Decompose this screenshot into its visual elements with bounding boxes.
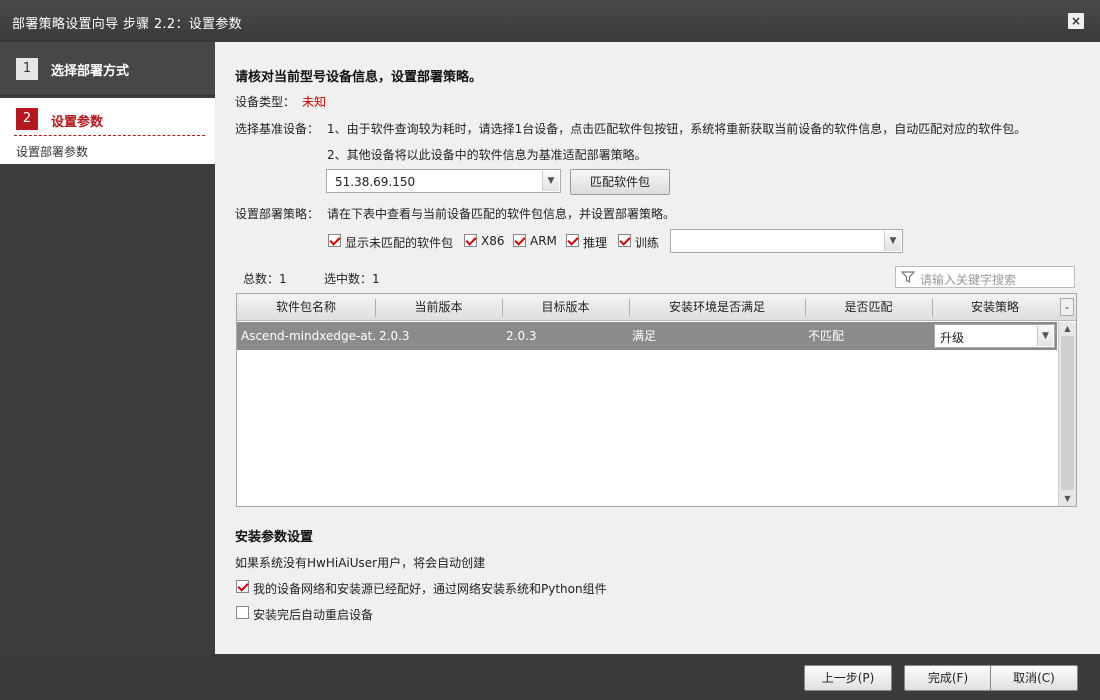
checkbox-label: 推理 [583,236,608,250]
step-label: 设置参数 [51,115,104,130]
wizard-sidebar: 1 选择部署方式 2 设置参数 设置部署参数 [0,42,215,654]
divider [14,135,205,136]
sidebar-step-2[interactable]: 2 设置参数 设置部署参数 [0,98,215,164]
step-label: 选择部署方式 [51,64,130,79]
checkbox-checked-icon[interactable] [566,234,579,247]
base-device-note-2: 2、其他设备将以此设备中的软件信息为基准适配部署策略。 [327,148,647,162]
cell-env-satisfied: 满足 [632,329,657,343]
base-device-select[interactable]: 51.38.69.150 ▼ [326,169,561,193]
column-menu-icon[interactable]: ⌄ [1060,298,1074,316]
column-header-install-policy[interactable]: 安装策略 [932,294,1058,321]
install-policy-select[interactable]: 升级 ▼ [934,324,1055,348]
table-scrollbar[interactable]: ▲ ▼ [1058,322,1076,506]
chevron-down-icon[interactable]: ▼ [1037,326,1053,346]
cell-package-name: Ascend-mindxedge-at... [241,329,375,343]
filter-icon [901,271,915,283]
column-header-env-satisfied[interactable]: 安装环境是否满足 [629,294,805,321]
table-header: 软件包名称 当前版本 目标版本 安装环境是否满足 是否匹配 安装策略 ⌄ [237,294,1076,321]
base-device-label: 选择基准设备： [235,122,320,136]
checkbox-label: 显示未匹配的软件包 [345,236,454,250]
checkbox-unchecked-icon[interactable] [236,606,249,619]
checkbox-label: 安装完后自动重启设备 [253,608,374,622]
selected-count: 选中数：1 [324,272,380,286]
checkbox-checked-icon[interactable] [236,580,249,593]
cell-matched: 不匹配 [808,329,845,343]
checkbox-label: 我的设备网络和安装源已经配好，通过网络安装系统和Python组件 [253,582,607,596]
install-section-title: 安装参数设置 [235,530,314,545]
column-header-current-version[interactable]: 当前版本 [375,294,502,321]
policy-label: 设置部署策略： [235,207,320,221]
device-type-label: 设备类型： [235,95,296,109]
main-panel: 请核对当前型号设备信息，设置部署策略。 设备类型： 未知 选择基准设备： 1、由… [215,42,1100,654]
checkbox-checked-icon[interactable] [328,234,341,247]
wizard-window: 部署策略设置向导 步骤 2.2：设置参数 × 1 选择部署方式 2 设置参数 设… [0,0,1100,700]
total-count: 总数：1 [243,272,287,286]
sidebar-step-1[interactable]: 1 选择部署方式 [0,42,215,96]
chevron-down-icon[interactable]: ▼ [542,171,559,191]
previous-button[interactable]: 上一步(P) [804,665,892,691]
cell-target-version: 2.0.3 [506,329,537,343]
match-package-button[interactable]: 匹配软件包 [570,169,670,195]
cell-current-version: 2.0.3 [379,329,410,343]
install-note: 如果系统没有HwHiAiUser用户，将会自动创建 [235,556,486,570]
chevron-down-icon[interactable]: ▼ [884,231,901,251]
checkbox-checked-icon[interactable] [464,234,477,247]
scroll-thumb[interactable] [1061,336,1074,490]
search-placeholder: 请输入关键字搜索 [920,273,1017,287]
column-header-target-version[interactable]: 目标版本 [502,294,629,321]
cancel-button[interactable]: 取消(C) [990,665,1078,691]
column-header-matched[interactable]: 是否匹配 [805,294,932,321]
checkbox-checked-icon[interactable] [513,234,526,247]
close-button[interactable]: × [1068,13,1084,29]
base-device-note-1: 1、由于软件查询较为耗时，请选择1台设备，点击匹配软件包按钮，系统将重新获取当前… [327,122,1027,136]
window-title: 部署策略设置向导 步骤 2.2：设置参数 [12,17,242,32]
checkbox-label: 训练 [635,236,660,250]
package-table: 软件包名称 当前版本 目标版本 安装环境是否满足 是否匹配 安装策略 ⌄ Asc… [236,293,1077,507]
finish-button[interactable]: 完成(F) [904,665,992,691]
policy-note: 请在下表中查看与当前设备匹配的软件包信息，并设置部署策略。 [327,207,676,221]
device-type-value: 未知 [302,95,327,109]
scroll-down-icon[interactable]: ▼ [1059,492,1076,506]
checkbox-label: X86 [481,234,505,248]
step-number: 2 [16,108,38,130]
step-sub-label: 设置部署参数 [16,145,89,159]
title-bar: 部署策略设置向导 步骤 2.2：设置参数 × [0,0,1100,42]
scroll-up-icon[interactable]: ▲ [1059,322,1076,336]
footer-bar: 上一步(P) 完成(F) 取消(C) [0,654,1100,700]
column-header-name[interactable]: 软件包名称 [237,294,375,321]
filter-select[interactable]: ▼ [670,229,903,253]
table-row[interactable]: Ascend-mindxedge-at... 2.0.3 2.0.3 满足 不匹… [237,322,1057,350]
install-policy-value: 升级 [940,331,965,345]
page-heading: 请核对当前型号设备信息，设置部署策略。 [235,70,483,85]
step-number: 1 [16,58,38,80]
checkbox-label: ARM [530,234,557,248]
checkbox-checked-icon[interactable] [618,234,631,247]
search-input[interactable]: 请输入关键字搜索 [895,266,1075,288]
base-device-select-value: 51.38.69.150 [335,175,416,189]
